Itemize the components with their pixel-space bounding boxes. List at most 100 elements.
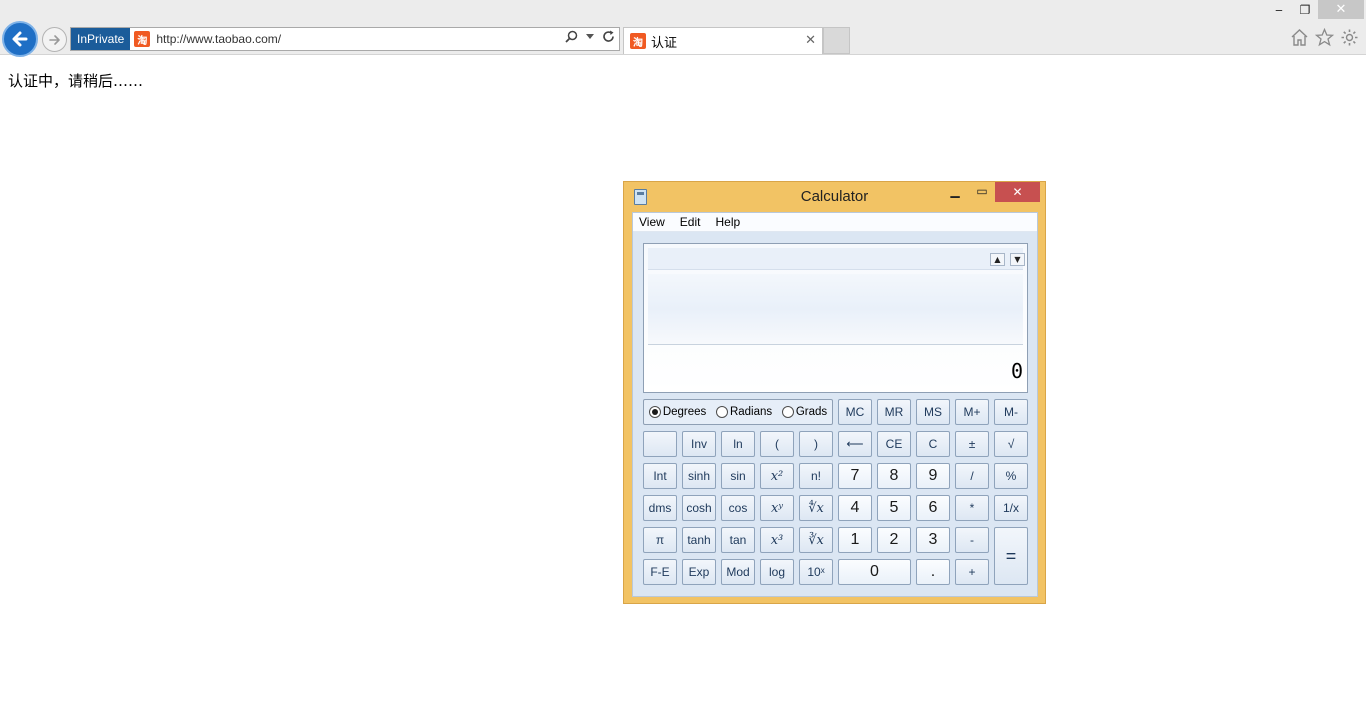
window-close-button[interactable]: ✕ <box>1318 0 1364 19</box>
calculator-titlebar[interactable]: Calculator ▁ ▭ ✕ <box>624 182 1045 212</box>
key-4-label: 4 <box>850 499 860 516</box>
key-x-cubed[interactable]: x³ <box>760 527 794 553</box>
key-m-plus[interactable]: M+ <box>955 399 989 425</box>
key-dms[interactable]: dms <box>643 495 677 521</box>
key-int[interactable]: Int <box>643 463 677 489</box>
radio-grads-dot[interactable] <box>781 406 794 418</box>
key-right-paren[interactable]: ) <box>799 431 833 457</box>
key-mr[interactable]: MR <box>877 399 911 425</box>
key-left-paren[interactable]: ( <box>760 431 794 457</box>
menu-edit[interactable]: Edit <box>680 215 701 229</box>
key-exp[interactable]: Exp <box>682 559 716 585</box>
key-factorial-label: n! <box>810 469 821 483</box>
key-6[interactable]: 6 <box>916 495 950 521</box>
key-m-minus[interactable]: M- <box>994 399 1028 425</box>
radio-radians[interactable]: Radians <box>715 406 772 418</box>
key-add[interactable]: + <box>955 559 989 585</box>
key-7[interactable]: 7 <box>838 463 872 489</box>
favorites-star-icon[interactable] <box>1315 28 1334 47</box>
key-backspace[interactable]: ⟵ <box>838 431 872 457</box>
key-percent-label: % <box>1005 469 1017 483</box>
history-up-icon[interactable]: ▲ <box>990 253 1005 266</box>
key-tanh[interactable]: tanh <box>682 527 716 553</box>
window-restore-button[interactable]: ❐ <box>1292 0 1318 19</box>
radio-grads[interactable]: Grads <box>781 406 827 418</box>
settings-gear-icon[interactable] <box>1340 28 1359 47</box>
key-3[interactable]: 3 <box>916 527 950 553</box>
radio-degrees[interactable]: Degrees <box>648 406 706 418</box>
key-y-root-x-label: ∜x <box>808 500 824 516</box>
key-f-e[interactable]: F-E <box>643 559 677 585</box>
key-sinh[interactable]: sinh <box>682 463 716 489</box>
key-8[interactable]: 8 <box>877 463 911 489</box>
key-blank[interactable] <box>643 431 677 457</box>
key-pi[interactable]: π <box>643 527 677 553</box>
key-y-root-x[interactable]: ∜x <box>799 495 833 521</box>
forward-button[interactable] <box>42 27 67 52</box>
dropdown-icon[interactable] <box>586 33 594 40</box>
key-pi-label: π <box>655 533 665 547</box>
radio-radians-dot[interactable] <box>715 406 728 418</box>
key-plus-minus[interactable]: ± <box>955 431 989 457</box>
key-9[interactable]: 9 <box>916 463 950 489</box>
key-3-label: 3 <box>928 531 938 548</box>
history-down-icon[interactable]: ▼ <box>1010 253 1025 266</box>
calculator-close-button[interactable]: ✕ <box>995 182 1040 202</box>
calculator-menubar: View Edit Help <box>633 213 1037 232</box>
key-multiply[interactable]: * <box>955 495 989 521</box>
tab-active[interactable]: 淘 认证 ✕ <box>623 27 823 54</box>
key-inv[interactable]: Inv <box>682 431 716 457</box>
calculator-minimize-button[interactable]: ▁ <box>944 184 966 202</box>
key-mc[interactable]: MC <box>838 399 872 425</box>
menu-help[interactable]: Help <box>715 215 740 229</box>
key-divide[interactable]: / <box>955 463 989 489</box>
tab-favicon-icon: 淘 <box>630 33 646 49</box>
back-button[interactable] <box>2 21 38 57</box>
key-log[interactable]: log <box>760 559 794 585</box>
key-sin[interactable]: sin <box>721 463 755 489</box>
key-sqrt[interactable]: √ <box>994 431 1028 457</box>
key-reciprocal-label: 1/x <box>1002 501 1019 515</box>
key-0-label: 0 <box>870 563 879 580</box>
key-tan[interactable]: tan <box>721 527 755 553</box>
key-ms[interactable]: MS <box>916 399 950 425</box>
radio-degrees-dot[interactable] <box>648 406 661 418</box>
calculator-maximize-button[interactable]: ▭ <box>971 184 993 202</box>
key-mod[interactable]: Mod <box>721 559 755 585</box>
address-bar[interactable]: InPrivate 淘 <box>70 27 620 51</box>
tab-close-icon[interactable]: ✕ <box>805 33 816 48</box>
key-ln[interactable]: ln <box>721 431 755 457</box>
key-mc-label: MC <box>845 405 865 419</box>
calculator-window: Calculator ▁ ▭ ✕ View Edit Help ▲ ▼ 0 De… <box>623 181 1046 604</box>
key-x-pow-y[interactable]: xʸ <box>760 495 794 521</box>
key-c[interactable]: C <box>916 431 950 457</box>
key-0[interactable]: 0 <box>838 559 911 585</box>
new-tab-button[interactable] <box>823 27 850 54</box>
key-4[interactable]: 4 <box>838 495 872 521</box>
key-equals[interactable]: = <box>994 527 1028 585</box>
key-subtract[interactable]: - <box>955 527 989 553</box>
key-5-label: 5 <box>889 499 899 516</box>
key-percent[interactable]: % <box>994 463 1028 489</box>
key-tanh-label: tanh <box>687 533 711 547</box>
url-input[interactable] <box>156 32 557 46</box>
key-cosh[interactable]: cosh <box>682 495 716 521</box>
key-cube-root[interactable]: ∛x <box>799 527 833 553</box>
home-icon[interactable] <box>1290 28 1309 47</box>
key-cos[interactable]: cos <box>721 495 755 521</box>
key-2[interactable]: 2 <box>877 527 911 553</box>
key-x-squared[interactable]: x² <box>760 463 794 489</box>
key-ten-pow-x[interactable]: 10ˣ <box>799 559 833 585</box>
menu-view[interactable]: View <box>639 215 665 229</box>
key-ce[interactable]: CE <box>877 431 911 457</box>
key-subtract-label: - <box>970 533 974 547</box>
search-icon[interactable] <box>565 30 578 43</box>
key-5[interactable]: 5 <box>877 495 911 521</box>
window-minimize-button[interactable]: ‒ <box>1266 0 1292 19</box>
key-decimal[interactable]: . <box>916 559 950 585</box>
display-value: 0 <box>1010 359 1023 383</box>
key-1[interactable]: 1 <box>838 527 872 553</box>
refresh-icon[interactable] <box>602 30 615 43</box>
key-factorial[interactable]: n! <box>799 463 833 489</box>
key-reciprocal[interactable]: 1/x <box>994 495 1028 521</box>
